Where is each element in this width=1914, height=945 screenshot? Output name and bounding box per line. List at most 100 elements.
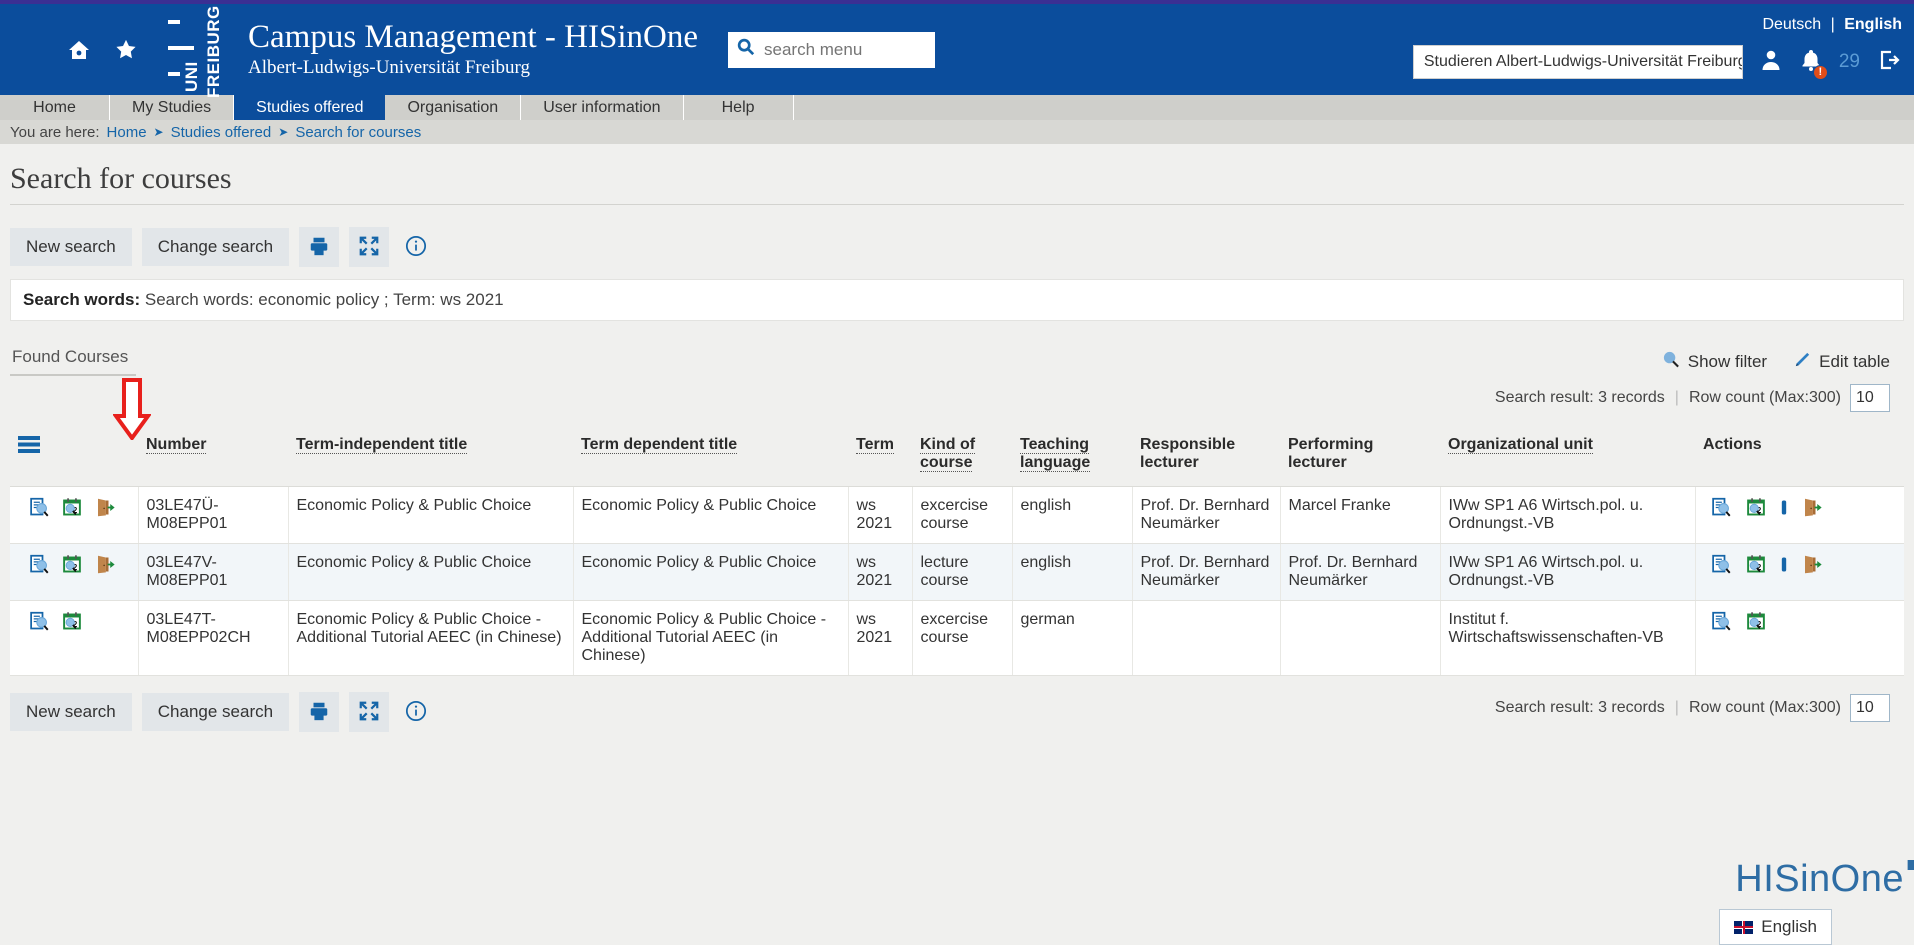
- col-organizational-unit-label[interactable]: Organizational unit: [1448, 436, 1593, 454]
- enrol-door-icon[interactable]: [94, 554, 116, 580]
- bar-icon[interactable]: [1780, 554, 1788, 580]
- show-filter-link[interactable]: Show filter: [1662, 350, 1767, 374]
- course-detail-icon[interactable]: [1710, 497, 1732, 523]
- search-input[interactable]: [762, 38, 926, 61]
- col-actions: Actions: [1695, 424, 1904, 487]
- col-kind-of-course[interactable]: Kind of course: [912, 424, 1012, 487]
- col-term-dependent-title[interactable]: Term dependent title: [573, 424, 848, 487]
- term-independent-title-link[interactable]: Economic Policy & Public Choice: [297, 554, 532, 571]
- language-link-english[interactable]: English: [1844, 16, 1902, 33]
- organisation-select[interactable]: Studieren Albert-Ludwigs-Universität Fre…: [1412, 45, 1743, 79]
- cell-term-independent-title[interactable]: Economic Policy & Public Choice - Additi…: [288, 600, 574, 676]
- search-words-value: Search words: economic policy ; Term: ws…: [144, 290, 504, 309]
- menu-burger-icon[interactable]: [18, 44, 44, 56]
- table-row[interactable]: 2 03LE47V-M08EPP01 Economic Policy & Pub…: [10, 543, 1904, 601]
- nav-tab-help[interactable]: Help: [684, 95, 794, 120]
- course-detail-icon[interactable]: [1710, 554, 1732, 580]
- edit-table-link[interactable]: Edit table: [1793, 350, 1890, 374]
- change-search-button[interactable]: Change search: [141, 228, 290, 266]
- expand-button-bottom[interactable]: [349, 692, 390, 732]
- cell-actions: 2: [1695, 600, 1904, 676]
- nav-tab-home[interactable]: Home: [0, 95, 110, 120]
- nav-tab-organisation[interactable]: Organisation: [385, 95, 522, 120]
- col-term-label[interactable]: Term: [856, 436, 894, 454]
- search-result-count: Search result: 3 records: [1494, 389, 1665, 406]
- col-organizational-unit[interactable]: Organizational unit: [1440, 424, 1695, 487]
- cell-kind-of-course: lecture course: [912, 543, 1013, 601]
- info-icon: [405, 700, 427, 725]
- new-search-button-bottom[interactable]: New search: [10, 693, 132, 731]
- col-term-dependent-title-label[interactable]: Term dependent title: [581, 436, 738, 454]
- col-term[interactable]: Term: [848, 424, 912, 487]
- table-row[interactable]: 2 03LE47Ü-M08EPP01 Economic Policy & Pub…: [10, 486, 1904, 544]
- schedule-icon[interactable]: 2: [1745, 554, 1767, 580]
- tab-found-courses[interactable]: Found Courses: [10, 343, 137, 376]
- breadcrumb-item-studies-offered[interactable]: Studies offered: [171, 124, 272, 141]
- breadcrumb-item-home[interactable]: Home: [107, 124, 147, 141]
- new-search-button[interactable]: New search: [10, 228, 132, 266]
- schedule-icon[interactable]: 2: [61, 497, 83, 523]
- course-detail-icon[interactable]: [1710, 611, 1732, 637]
- schedule-icon[interactable]: 2: [61, 611, 83, 637]
- breadcrumb-item-search-for-courses[interactable]: Search for courses: [295, 124, 421, 141]
- table-menu-icon[interactable]: [18, 436, 40, 457]
- cell-performing-lecturer: Prof. Dr. Bernhard Neumärker: [1280, 543, 1441, 601]
- col-teaching-language-label[interactable]: Teaching language: [1020, 436, 1091, 472]
- nav-tab-studies-offered[interactable]: Studies offered: [234, 95, 386, 120]
- col-term-independent-title-label[interactable]: Term-independent title: [296, 436, 468, 454]
- message-count[interactable]: 29: [1839, 51, 1860, 73]
- col-term-independent-title[interactable]: Term-independent title: [288, 424, 573, 487]
- schedule-icon[interactable]: 2: [1745, 497, 1767, 523]
- logo-freiburg-text: FREIBURG: [204, 4, 223, 98]
- language-link-deutsch[interactable]: Deutsch: [1762, 16, 1821, 33]
- enrol-door-icon[interactable]: [1801, 497, 1823, 523]
- cell-term-dependent-title: Economic Policy & Public Choice - Additi…: [573, 600, 849, 676]
- cell-term-independent-title[interactable]: Economic Policy & Public Choice: [288, 486, 574, 544]
- schedule-icon[interactable]: 2: [1745, 611, 1767, 637]
- change-search-button-bottom[interactable]: Change search: [141, 693, 290, 731]
- term-independent-title-link[interactable]: Economic Policy & Public Choice: [297, 497, 532, 514]
- cell-performing-lecturer: Marcel Franke: [1280, 486, 1441, 544]
- row-count-input-bottom[interactable]: [1850, 694, 1890, 722]
- row-quick-actions-cell: 2: [10, 486, 139, 544]
- col-row-actions: [46, 424, 138, 487]
- col-number[interactable]: Number: [138, 424, 288, 487]
- col-teaching-language[interactable]: Teaching language: [1012, 424, 1132, 487]
- favorites-star-icon[interactable]: [114, 38, 138, 61]
- expand-button[interactable]: [349, 227, 390, 267]
- cell-term-independent-title[interactable]: Economic Policy & Public Choice: [288, 543, 574, 601]
- print-button-bottom[interactable]: [299, 692, 340, 732]
- table-row[interactable]: 2 03LE47T-M08EPP02CH Economic Policy & P…: [10, 600, 1904, 676]
- user-account-icon[interactable]: [1759, 48, 1783, 77]
- course-detail-icon[interactable]: [28, 611, 50, 637]
- printer-icon: [308, 235, 330, 260]
- schedule-icon[interactable]: 2: [61, 554, 83, 580]
- col-number-label[interactable]: Number: [146, 436, 207, 454]
- count-divider: |: [1674, 389, 1679, 406]
- logout-icon[interactable]: [1876, 48, 1902, 77]
- nav-tab-user-information[interactable]: User information: [521, 95, 684, 120]
- row-count-input[interactable]: [1850, 384, 1890, 412]
- menu-search-box[interactable]: [728, 31, 935, 68]
- col-table-menu[interactable]: [10, 424, 46, 487]
- info-button[interactable]: [399, 227, 433, 267]
- info-button-bottom[interactable]: [399, 692, 433, 732]
- cell-term-dependent-title: Economic Policy & Public Choice: [573, 486, 849, 544]
- cell-responsible-lecturer: [1132, 600, 1281, 676]
- enrol-door-icon[interactable]: [94, 497, 116, 523]
- col-kind-of-course-label[interactable]: Kind of course: [920, 436, 976, 472]
- term-independent-title-link[interactable]: Economic Policy & Public Choice - Additi…: [297, 611, 562, 646]
- home-icon[interactable]: [66, 38, 92, 62]
- printer-icon: [308, 700, 330, 725]
- notifications-bell-icon[interactable]: !: [1799, 48, 1828, 80]
- course-detail-icon[interactable]: [28, 497, 50, 523]
- footer-language-button[interactable]: English: [1719, 909, 1832, 945]
- cell-responsible-lecturer: Prof. Dr. Bernhard Neumärker: [1132, 486, 1281, 544]
- course-detail-icon[interactable]: [28, 554, 50, 580]
- nav-tab-my-studies[interactable]: My Studies: [110, 95, 235, 120]
- header-icon-group: [0, 38, 138, 62]
- bar-icon[interactable]: [1780, 497, 1788, 523]
- enrol-door-icon[interactable]: [1801, 554, 1823, 580]
- col-performing-lecturer: Performing lecturer: [1280, 424, 1440, 487]
- print-button[interactable]: [299, 227, 340, 267]
